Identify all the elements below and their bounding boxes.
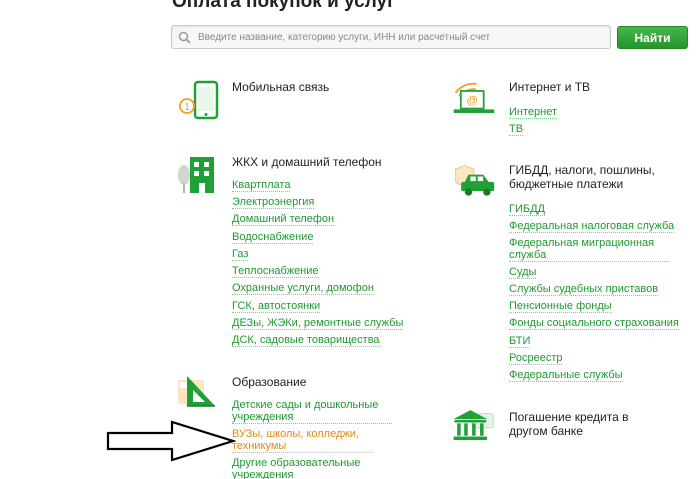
link-housing[interactable]: Газ [232, 248, 249, 261]
link-internet[interactable]: Интернет [509, 106, 557, 119]
link-housing[interactable]: Электроэнергия [232, 196, 315, 209]
link-housing[interactable]: Водоснабжение [232, 231, 314, 244]
search-icon [178, 31, 191, 44]
link-gibdd[interactable]: БТИ [509, 335, 531, 348]
link-education[interactable]: Детские сады и дошкольные учреждения [232, 399, 392, 424]
link-education[interactable]: ВУЗы, школы, колледжи, техникумы [232, 428, 372, 453]
pointer-arrow-icon [106, 420, 236, 462]
category-title-internet[interactable]: Интернет и ТВ [509, 80, 590, 94]
link-housing[interactable]: Теплоснабжение [232, 265, 319, 278]
triangle-ruler-icon[interactable] [175, 372, 219, 416]
laptop-at-icon[interactable]: @ [452, 76, 496, 120]
link-housing[interactable]: Домашний телефон [232, 213, 335, 226]
svg-text:1: 1 [184, 102, 190, 113]
link-gibdd[interactable]: Фонды социального страхования [509, 317, 679, 330]
car-icon[interactable] [452, 160, 496, 204]
category-title-education[interactable]: Образование [232, 375, 306, 389]
link-housing[interactable]: ДЕЗы, ЖЭКи, ремонтные службы [232, 317, 404, 330]
link-gibdd[interactable]: Федеральные службы [509, 369, 623, 382]
mobile-phone-icon[interactable]: 1 [177, 80, 221, 124]
search-box[interactable] [171, 25, 611, 49]
search-input[interactable] [198, 29, 606, 46]
building-icon[interactable] [175, 153, 219, 197]
link-gibdd[interactable]: Службы судебных приставов [509, 283, 659, 296]
link-gibdd[interactable]: Росреестр [509, 352, 563, 365]
link-gibdd[interactable]: ГИБДД [509, 203, 545, 216]
find-button[interactable]: Найти [617, 26, 688, 49]
link-gibdd[interactable]: Федеральная миграционная служба [509, 237, 669, 262]
link-education[interactable]: Другие образовательные учреждения [232, 457, 372, 479]
link-housing[interactable]: ДСК, садовые товарищества [232, 334, 380, 347]
link-gibdd[interactable]: Федеральная налоговая служба [509, 220, 675, 233]
svg-text:@: @ [466, 95, 478, 107]
category-title-mobile[interactable]: Мобильная связь [232, 80, 329, 94]
category-title-credit[interactable]: Погашение кредита в другом банке [509, 410, 669, 438]
category-title-gibdd[interactable]: ГИБДД, налоги, пошлины, бюджетные платеж… [509, 163, 679, 191]
link-housing[interactable]: ГСК, автостоянки [232, 300, 321, 313]
link-housing[interactable]: Квартплата [232, 179, 291, 192]
link-gibdd[interactable]: Пенсионные фонды [509, 300, 612, 313]
link-tv[interactable]: ТВ [509, 123, 524, 136]
link-housing[interactable]: Охранные услуги, домофон [232, 282, 374, 295]
category-title-housing[interactable]: ЖКХ и домашний телефон [232, 155, 382, 169]
link-gibdd[interactable]: Суды [509, 266, 537, 279]
page-title: Оплата покупок и услуг [172, 0, 395, 12]
bank-icon[interactable] [451, 404, 495, 448]
